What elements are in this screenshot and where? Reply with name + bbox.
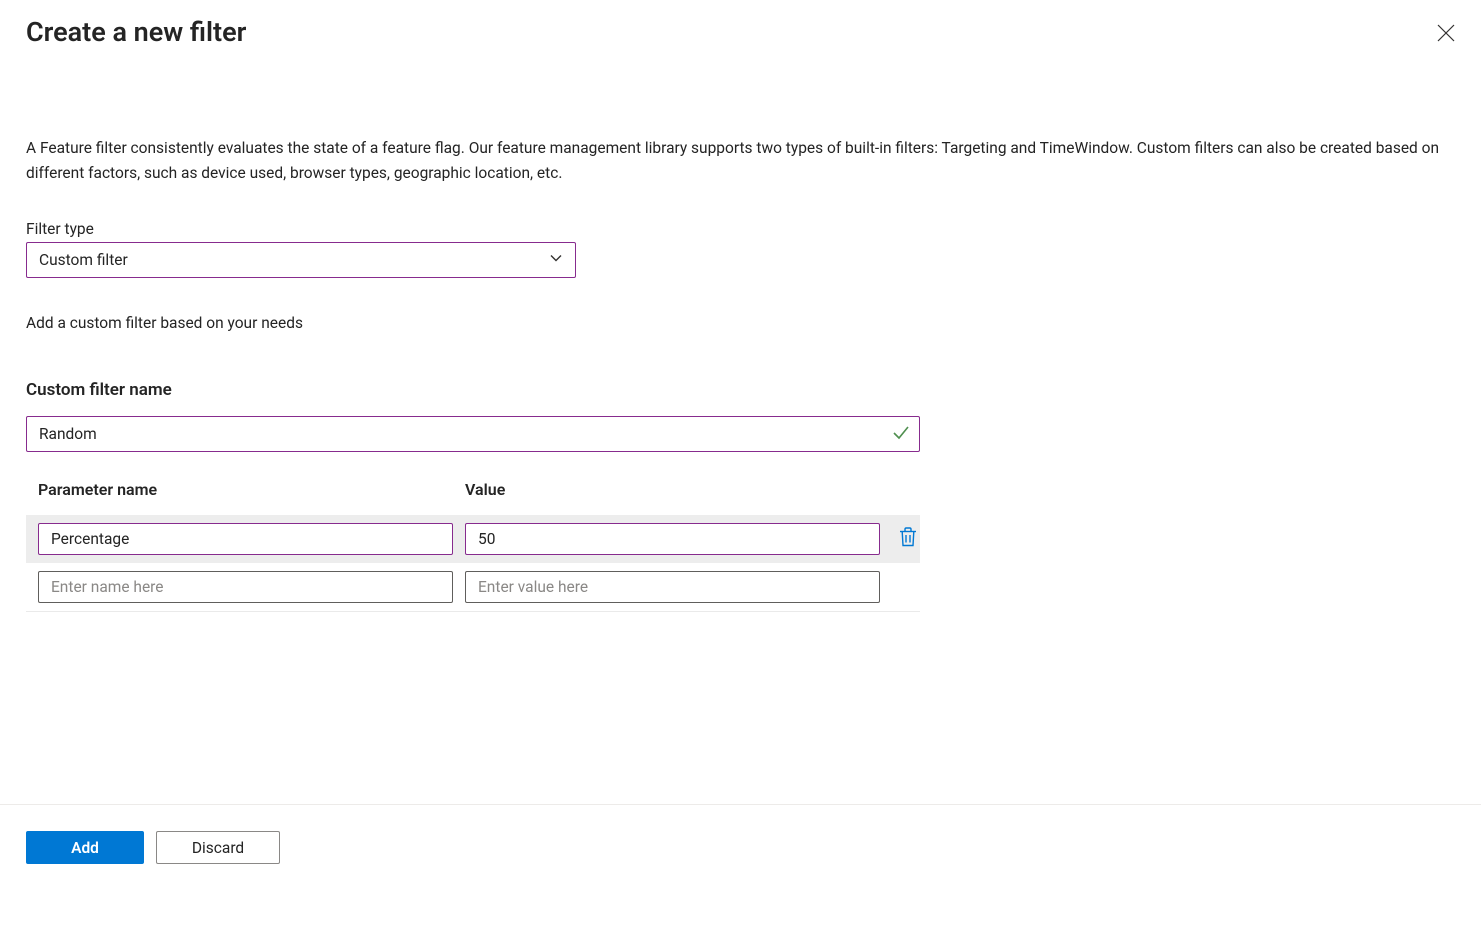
close-button[interactable] <box>1433 20 1459 50</box>
description-text: A Feature filter consistently evaluates … <box>26 136 1455 186</box>
parameter-value-input-empty[interactable] <box>465 571 880 603</box>
discard-button[interactable]: Discard <box>156 831 280 864</box>
parameter-name-input-empty[interactable] <box>38 571 453 603</box>
close-icon <box>1437 31 1455 46</box>
parameter-value-input[interactable] <box>465 523 880 555</box>
custom-filter-name-input[interactable] <box>26 416 920 452</box>
page-title: Create a new filter <box>26 16 246 48</box>
delete-row-button[interactable] <box>892 523 924 555</box>
filter-type-value: Custom filter <box>39 251 128 269</box>
add-button[interactable]: Add <box>26 831 144 864</box>
helper-text: Add a custom filter based on your needs <box>26 314 1455 332</box>
filter-type-label: Filter type <box>26 220 1455 238</box>
parameter-name-input[interactable] <box>38 523 453 555</box>
trash-icon <box>899 527 917 551</box>
custom-filter-name-heading: Custom filter name <box>26 380 1455 400</box>
table-row <box>26 563 920 612</box>
column-header-parameter-name: Parameter name <box>38 480 453 515</box>
column-header-value: Value <box>465 480 880 515</box>
table-row <box>26 515 920 563</box>
filter-type-select[interactable]: Custom filter <box>26 242 576 278</box>
